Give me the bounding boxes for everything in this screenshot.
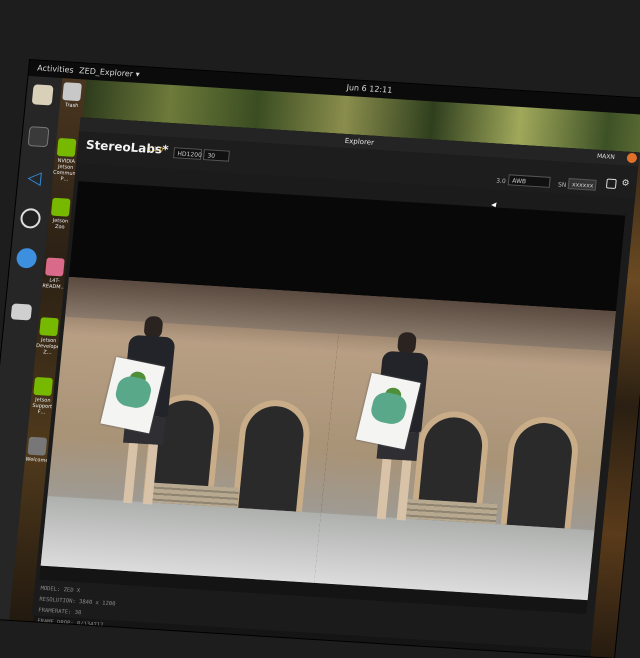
- stereo-viewer: [39, 181, 626, 615]
- clock[interactable]: Jun 6 12:11: [346, 83, 393, 95]
- version-label: 1.1.0: [147, 145, 164, 154]
- drive-icon[interactable]: [10, 303, 33, 321]
- info-date: DATE: Thu Jun 6 12:10:18 2024: [35, 629, 133, 642]
- welcome-icon[interactable]: [27, 436, 48, 456]
- nvidia-icon[interactable]: [50, 197, 71, 217]
- desktop-icon-label: Welcome: [25, 456, 49, 464]
- user-label: MAXN: [596, 152, 616, 161]
- vscode-icon[interactable]: ◁: [23, 167, 45, 189]
- person-leg: [143, 444, 158, 505]
- serial-field[interactable]: xxxxxx: [567, 178, 597, 191]
- info-panel: MODEL: ZED X RESOLUTION: 3840 x 1200 FRA…: [36, 584, 137, 645]
- left-camera-image: [40, 276, 343, 583]
- record-icon[interactable]: [605, 178, 617, 190]
- fps-select[interactable]: 30: [202, 149, 230, 162]
- obs-icon[interactable]: [19, 207, 42, 229]
- person-leg: [123, 442, 139, 504]
- desktop-screen: Activities ZED_Explorer ▾ Jun 6 12:11 ◁ …: [0, 60, 640, 658]
- activities-button[interactable]: Activities: [37, 63, 74, 74]
- control-label: 3.0: [495, 177, 506, 186]
- trash-icon[interactable]: [62, 82, 82, 102]
- person-leg: [396, 460, 412, 521]
- person-leg: [376, 458, 392, 520]
- right-camera-image: [314, 294, 616, 601]
- nvidia-icon[interactable]: [56, 137, 77, 157]
- app-menu[interactable]: ZED_Explorer ▾: [79, 66, 140, 79]
- desktop-icon-label: Trash: [64, 102, 79, 110]
- explorer-window: Explorer MAXN StereoLabs* 1.1.0 HD1200 3…: [31, 117, 640, 651]
- files-icon[interactable]: [31, 84, 54, 106]
- arch: [500, 414, 582, 529]
- serial-label: SN: [557, 181, 567, 189]
- terminal-icon[interactable]: [27, 126, 50, 148]
- awb-select[interactable]: AWB: [507, 174, 551, 188]
- chromium-icon[interactable]: [15, 247, 38, 269]
- nvidia-icon[interactable]: [39, 317, 59, 337]
- poster-art: [113, 374, 154, 411]
- nvidia-icon[interactable]: [33, 376, 54, 396]
- poster-art: [368, 390, 410, 427]
- readme-icon[interactable]: [45, 257, 65, 277]
- resolution-select[interactable]: HD1200: [173, 147, 202, 160]
- settings-icon[interactable]: ⚙: [621, 178, 630, 188]
- arch: [232, 398, 313, 512]
